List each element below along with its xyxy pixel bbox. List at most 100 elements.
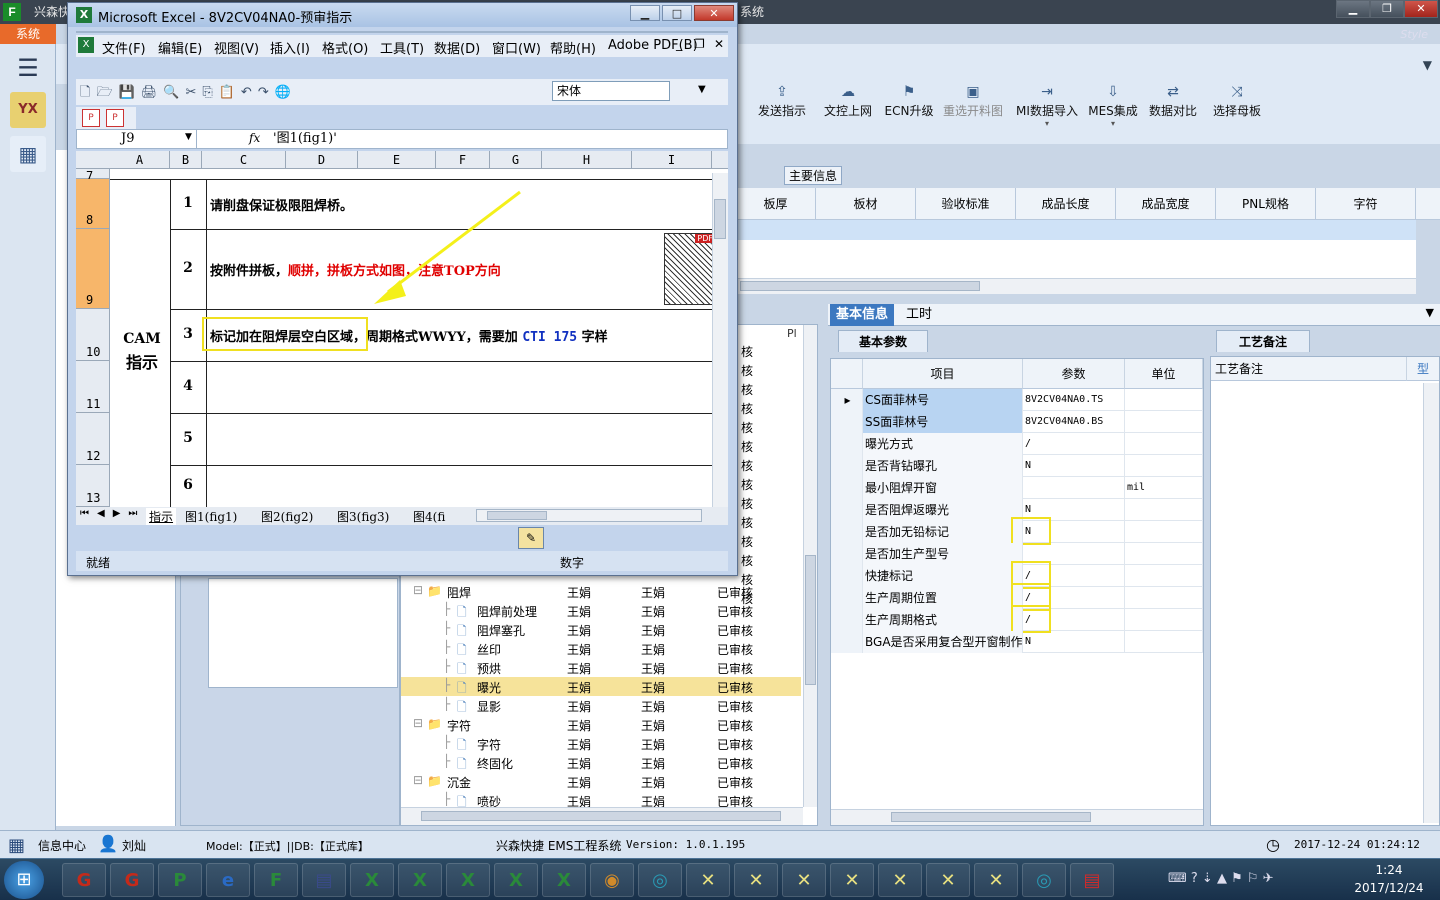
- param-value[interactable]: N: [1023, 521, 1125, 543]
- menu-item[interactable]: 编辑(E): [158, 38, 202, 57]
- chevron-down-icon[interactable]: ▼: [1423, 58, 1432, 72]
- param-row[interactable]: 曝光方式 /: [831, 433, 1203, 455]
- param-row[interactable]: 是否背钻曝孔 N: [831, 455, 1203, 477]
- param-value[interactable]: [1023, 543, 1125, 565]
- param-value[interactable]: /: [1023, 433, 1125, 455]
- menu-item[interactable]: Adobe PDF(B): [608, 38, 698, 53]
- toolbar-button-6[interactable]: ⇄ 数据对比: [1146, 84, 1200, 144]
- param-value[interactable]: /: [1023, 565, 1125, 587]
- standard-toolbar-icons[interactable]: 🗋🗁💾🖨🔍✂⎘📋↶↷🌐: [80, 83, 297, 105]
- style-label[interactable]: Style: [1400, 28, 1428, 41]
- cad-icon[interactable]: ✕: [830, 863, 874, 897]
- menu-item[interactable]: 插入(I): [270, 38, 310, 57]
- minimize-button[interactable]: ▁: [1336, 0, 1370, 18]
- craft-vscrollbar[interactable]: [1423, 383, 1439, 823]
- param-row[interactable]: 快捷标记 /: [831, 561, 1203, 589]
- tree-row[interactable]: ├ 🗋 显影 王娟 王娟 已审核: [401, 696, 801, 715]
- param-value[interactable]: N: [1023, 631, 1125, 653]
- excel-minimize-button[interactable]: ▁: [630, 5, 660, 21]
- row-header[interactable]: 13: [76, 465, 110, 507]
- chevron-down-icon[interactable]: ▾: [1088, 119, 1138, 128]
- param-value[interactable]: N: [1023, 499, 1125, 521]
- drawing-icon[interactable]: ✎: [518, 527, 544, 549]
- param-value[interactable]: 8V2CV04NA0.TS: [1023, 389, 1125, 411]
- excel-icon[interactable]: X: [542, 863, 586, 897]
- tree-hscrollbar[interactable]: [401, 807, 803, 825]
- param-row[interactable]: 生产周期格式 /: [831, 605, 1203, 633]
- menu-item[interactable]: 视图(V): [214, 38, 259, 57]
- main-info-scrollbar[interactable]: [736, 278, 1416, 294]
- cad-icon[interactable]: ✕: [974, 863, 1018, 897]
- pdf-icon[interactable]: ▤: [1070, 863, 1114, 897]
- chevron-down-icon[interactable]: ▾: [1014, 119, 1080, 128]
- menu-item[interactable]: 帮助(H): [550, 38, 596, 57]
- excel-icon[interactable]: X: [350, 863, 394, 897]
- info-center-link[interactable]: 信息中心: [38, 837, 86, 854]
- param-row[interactable]: 是否加无铅标记 N: [831, 517, 1203, 545]
- cad-icon[interactable]: ✕: [782, 863, 826, 897]
- excel-icon[interactable]: X: [446, 863, 490, 897]
- scroll-thumb[interactable]: [740, 281, 980, 291]
- tray-date[interactable]: 2017/12/24: [1354, 881, 1424, 895]
- column-header[interactable]: A: [110, 151, 170, 169]
- excel-close-button[interactable]: ✕: [694, 5, 734, 21]
- close-button[interactable]: ✕: [1404, 0, 1438, 18]
- tab-basic-info[interactable]: 基本信息: [830, 304, 895, 326]
- calculator-icon[interactable]: ▦: [10, 136, 46, 172]
- tab-work-hours[interactable]: 工时: [900, 304, 938, 326]
- tab-basic-params[interactable]: 基本参数: [838, 330, 928, 352]
- row-header[interactable]: 12: [76, 413, 110, 465]
- menu-item[interactable]: 工具(T): [380, 38, 424, 57]
- toolbar-button-5[interactable]: ⇩ MES集成 ▾: [1088, 84, 1138, 144]
- cad-icon[interactable]: ✕: [926, 863, 970, 897]
- shell-icon[interactable]: ◉: [590, 863, 634, 897]
- eye-icon[interactable]: ◎: [638, 863, 682, 897]
- sheet-tab[interactable]: 图3(fig3): [334, 508, 392, 525]
- toolbar-button-2[interactable]: ⚑ ECN升级: [882, 84, 936, 144]
- workbook-icon[interactable]: X: [78, 37, 94, 53]
- column-header[interactable]: C: [202, 151, 286, 169]
- toolbar-button-0[interactable]: ⇪ 发送指示: [754, 84, 810, 144]
- scroll-thumb[interactable]: [487, 511, 547, 520]
- ie-icon[interactable]: e: [206, 863, 250, 897]
- tree-row[interactable]: ├ 🗋 丝印 王娟 王娟 已审核: [401, 639, 801, 658]
- scroll-thumb[interactable]: [805, 555, 816, 685]
- save-icon[interactable]: ▤: [302, 863, 346, 897]
- sheet-tab[interactable]: 图2(fig2): [258, 508, 316, 525]
- tree-row[interactable]: ⊟ 📁 字符 王娟 王娟 已审核: [401, 715, 801, 734]
- row-header[interactable]: 7: [76, 169, 110, 183]
- toolbar-button-3[interactable]: ▣ 重选开料图: [940, 84, 1006, 144]
- cad-icon[interactable]: ✕: [734, 863, 778, 897]
- column-header[interactable]: E: [358, 151, 436, 169]
- param-row[interactable]: 生产周期位置 /: [831, 583, 1203, 611]
- toolbar-button-7[interactable]: ⤨ 选择母板: [1210, 84, 1264, 144]
- tree-row[interactable]: ├ 🗋 阻焊前处理 王娟 王娟 已审核: [401, 601, 801, 620]
- row-header[interactable]: 8: [76, 179, 110, 229]
- sheet-tab[interactable]: 图4(fi: [410, 508, 448, 525]
- excel-icon[interactable]: X: [494, 863, 538, 897]
- column-header[interactable]: D: [286, 151, 358, 169]
- row-header[interactable]: 11: [76, 361, 110, 413]
- row-header[interactable]: 9: [76, 229, 110, 309]
- param-value[interactable]: /: [1023, 587, 1125, 609]
- chevron-down-icon[interactable]: ▼: [698, 84, 706, 95]
- column-header[interactable]: H: [542, 151, 632, 169]
- fx-icon[interactable]: fx: [249, 131, 260, 145]
- param-value[interactable]: 8V2CV04NA0.BS: [1023, 411, 1125, 433]
- tray-icons[interactable]: ⌨ ? ⇣ ▲ ⚑ ⚐ ✈: [1168, 871, 1274, 886]
- formula-input[interactable]: '图1(fig1)': [273, 130, 337, 148]
- tree-vscrollbar[interactable]: [803, 325, 817, 807]
- param-row[interactable]: 最小阻焊开窗 mil: [831, 477, 1203, 499]
- tree-row[interactable]: ├ 🗋 字符 王娟 王娟 已审核: [401, 734, 801, 753]
- menu-icon[interactable]: ☰: [10, 50, 46, 86]
- chevron-down-icon[interactable]: ▼: [1426, 306, 1434, 319]
- doc-restore-icon[interactable]: ❐: [694, 37, 705, 51]
- tray-time[interactable]: 1:24: [1354, 863, 1424, 877]
- embedded-pdf-object[interactable]: PDF: [664, 233, 716, 305]
- excel-maximize-button[interactable]: □: [662, 5, 692, 21]
- menu-item[interactable]: 数据(D): [434, 38, 480, 57]
- param-row[interactable]: 是否加生产型号: [831, 543, 1203, 565]
- app-icon-green-p[interactable]: P: [158, 863, 202, 897]
- param-row[interactable]: BGA是否采用复合型开窗制作 N: [831, 631, 1203, 653]
- column-header[interactable]: G: [490, 151, 542, 169]
